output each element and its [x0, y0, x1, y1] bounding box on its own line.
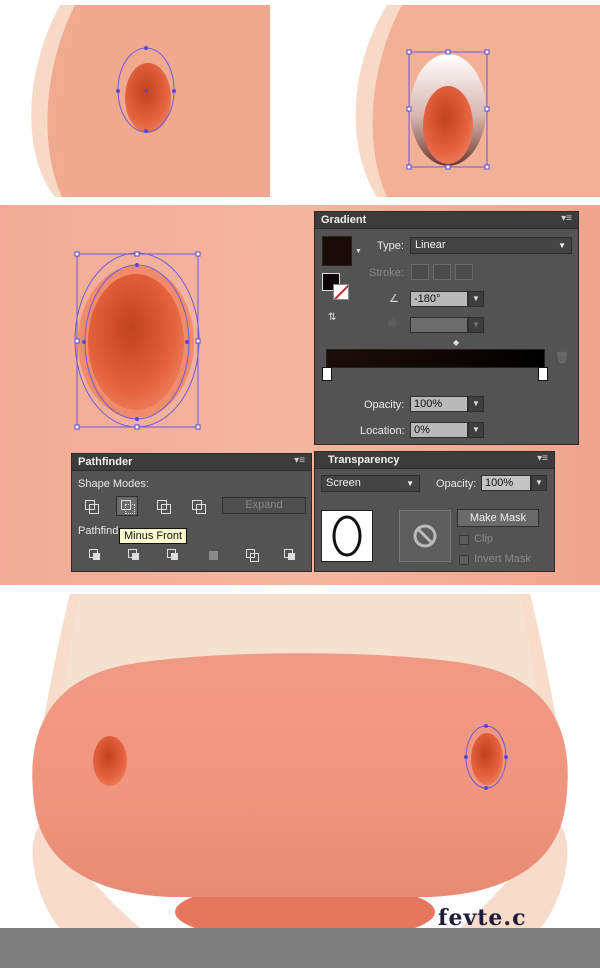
transparency-opacity-label: Opacity: [436, 478, 477, 490]
clip-checkbox[interactable] [459, 535, 469, 545]
pathfinders-label: Pathfind [78, 525, 119, 537]
stroke-label: Stroke: [369, 267, 404, 279]
aspect-ratio-icon: ◎ [388, 318, 397, 329]
type-value: Linear [415, 239, 446, 251]
panel-menu-icon[interactable]: ▾≡ [537, 453, 548, 464]
minus-front-tooltip: Minus Front [119, 528, 188, 544]
location-dropdown[interactable]: ▼ [468, 422, 484, 438]
chevron-down-icon: ▼ [558, 241, 566, 250]
transparency-opacity-input[interactable]: 100% [481, 475, 531, 491]
angle-dropdown[interactable]: ▼ [468, 291, 484, 307]
minus-back-icon[interactable] [282, 547, 298, 563]
object-thumbnail-ellipse [332, 515, 362, 557]
make-mask-button[interactable]: Make Mask [457, 509, 539, 527]
aspect-ratio-dropdown[interactable]: ▼ [468, 317, 484, 333]
blend-mode-value: Screen [326, 477, 361, 489]
transparency-panel-title: Transparency [328, 454, 400, 466]
transparency-opacity-dropdown[interactable]: ▼ [531, 475, 547, 491]
trim-icon[interactable] [126, 547, 142, 563]
object-thumbnail[interactable] [321, 510, 373, 562]
outline-icon[interactable] [244, 547, 260, 563]
angle-input[interactable]: -180° [410, 291, 468, 307]
divide-icon[interactable] [87, 547, 103, 563]
unite-icon[interactable] [83, 498, 99, 514]
angle-icon: ∠ [389, 293, 399, 305]
stroke-within-icon[interactable] [411, 264, 429, 280]
transparency-panel-header: Transparency ▾≡ [315, 452, 554, 469]
gradient-swatch[interactable] [322, 236, 352, 266]
merge-icon[interactable] [165, 547, 181, 563]
type-select[interactable]: Linear ▼ [410, 237, 572, 254]
mask-thumbnail[interactable] [399, 510, 451, 562]
panel-menu-icon[interactable]: ▾≡ [294, 455, 305, 466]
stroke-along-icon[interactable] [433, 264, 451, 280]
transparency-panel: Transparency ▾≡ Screen ▼ Opacity: 100% ▼… [314, 451, 555, 572]
shape-modes-label: Shape Modes: [78, 478, 149, 490]
color-stop-right[interactable] [538, 367, 548, 381]
panel-menu-icon[interactable]: ▾≡ [561, 213, 572, 224]
stop-opacity-dropdown[interactable]: ▼ [468, 396, 484, 412]
type-label: Type: [377, 240, 404, 252]
reverse-gradient-icon[interactable]: ⇅ [328, 312, 336, 323]
aspect-ratio-input[interactable] [410, 317, 468, 333]
pathfinder-panel: Pathfinder ▾≡ Shape Modes: Expand Pathfi… [71, 453, 312, 572]
exclude-icon[interactable] [190, 498, 206, 514]
footer-bar [0, 928, 600, 968]
gradient-slider[interactable] [326, 349, 545, 368]
crop-icon[interactable] [206, 547, 222, 563]
step-illustration-3 [74, 251, 201, 430]
location-input[interactable]: 0% [410, 422, 468, 438]
blend-mode-select[interactable]: Screen ▼ [321, 475, 420, 492]
stroke-none-icon[interactable] [333, 284, 349, 300]
gradient-panel-title: Gradient [321, 214, 367, 226]
step-illustration-1 [0, 0, 270, 197]
trash-icon[interactable]: 🗑 [555, 351, 569, 364]
gradient-panel: Gradient ▾≡ ▼ ⇅ Type: Linear ▼ Stroke: ∠… [314, 211, 579, 445]
expand-button[interactable]: Expand [222, 497, 306, 514]
pathfinder-panel-title: Pathfinder [78, 456, 133, 468]
step-illustration-4 [0, 594, 600, 928]
stop-opacity-input[interactable]: 100% [410, 396, 468, 412]
midpoint-diamond-icon[interactable]: ◆ [453, 338, 459, 347]
chevron-down-icon: ▼ [406, 479, 414, 488]
location-label: Location: [360, 425, 405, 437]
step-illustration-2 [327, 0, 600, 197]
color-stop-left[interactable] [322, 367, 332, 381]
stroke-across-icon[interactable] [455, 264, 473, 280]
swatch-dropdown-icon[interactable]: ▼ [355, 248, 362, 255]
intersect-icon[interactable] [155, 498, 171, 514]
invert-mask-checkbox[interactable] [459, 555, 469, 565]
pathfinder-panel-header: Pathfinder ▾≡ [72, 454, 311, 471]
gradient-panel-header: Gradient ▾≡ [315, 212, 578, 229]
clip-label: Clip [474, 533, 493, 545]
stop-opacity-label: Opacity: [364, 399, 405, 411]
invert-mask-label: Invert Mask [474, 553, 531, 565]
no-mask-icon [413, 524, 437, 548]
minus-front-icon[interactable] [116, 496, 138, 516]
